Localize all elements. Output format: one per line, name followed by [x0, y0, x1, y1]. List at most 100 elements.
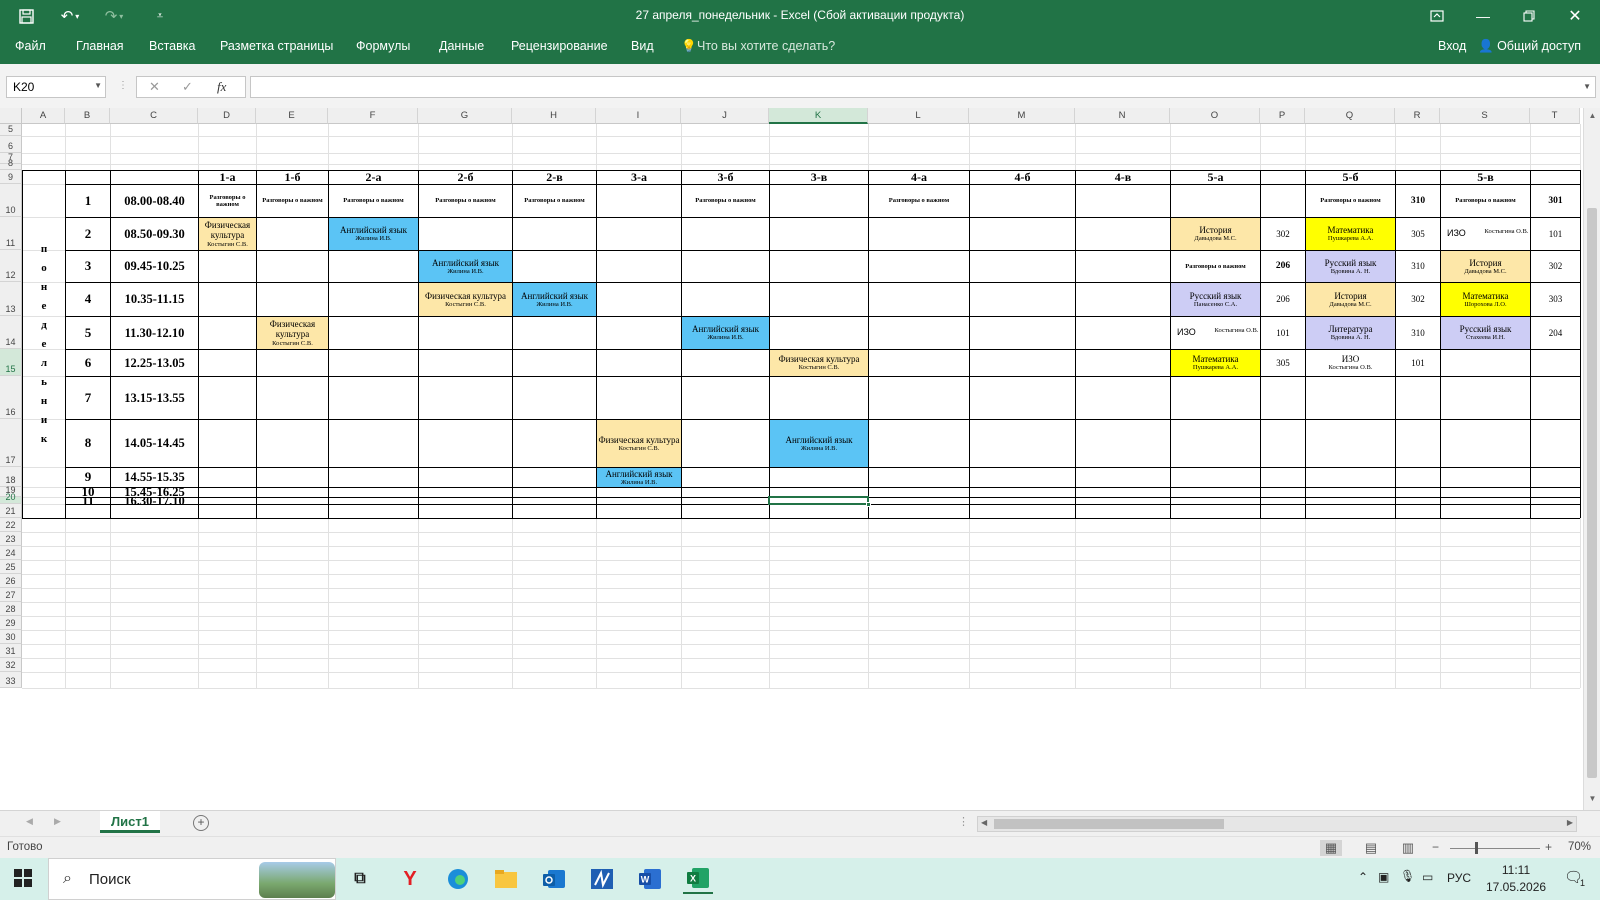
column-header[interactable]: G [418, 108, 512, 124]
expand-formula-bar-icon[interactable]: ▼ [1583, 82, 1591, 91]
row-header[interactable]: 31 [0, 644, 22, 658]
row-header[interactable]: 12 [0, 250, 22, 282]
yandex-browser-icon[interactable]: Y [395, 864, 425, 894]
lesson-cell[interactable]: Математика Пушкарева А.А. [1306, 218, 1395, 250]
column-header[interactable]: T [1530, 108, 1580, 124]
razg-cell[interactable]: Разговоры о важном [1171, 251, 1260, 282]
sign-in-link[interactable]: Вход [1438, 39, 1466, 53]
lesson-cell[interactable]: Английский язык Жилина И.В. [513, 283, 596, 316]
row-header[interactable]: 27 [0, 588, 22, 602]
tab-review[interactable]: Рецензирование [511, 39, 608, 53]
row-header[interactable]: 25 [0, 560, 22, 574]
tab-data[interactable]: Данные [439, 39, 484, 53]
lesson-number-cell[interactable]: 6 [66, 350, 110, 376]
tab-insert[interactable]: Вставка [149, 39, 195, 53]
row-header[interactable]: 5 [0, 124, 22, 136]
razg-cell[interactable]: Разговоры о важном [869, 185, 969, 217]
class-header[interactable]: 3-в [770, 171, 868, 184]
row-header[interactable]: 20 [0, 492, 22, 504]
save-icon[interactable] [12, 4, 40, 28]
column-header[interactable]: A [22, 108, 65, 124]
class-header[interactable]: 5-б [1306, 171, 1395, 184]
class-header[interactable]: 4-б [970, 171, 1075, 184]
class-header[interactable]: 2-в [513, 171, 596, 184]
scroll-right-icon[interactable]: ▶ [1567, 818, 1573, 827]
horizontal-scroll-thumb[interactable] [994, 819, 1224, 829]
lesson-cell[interactable]: ИЗО Костыгина О.В. [1441, 218, 1530, 250]
lesson-number-cell[interactable]: 10 [66, 488, 110, 497]
room-cell[interactable]: 305 [1396, 218, 1440, 250]
close-icon[interactable]: ✕ [1552, 0, 1598, 32]
room-cell[interactable]: 310 [1396, 185, 1440, 217]
next-sheet-icon[interactable]: ▶ [54, 816, 61, 827]
tab-page-layout[interactable]: Разметка страницы [220, 39, 333, 53]
room-cell[interactable]: 310 [1396, 317, 1440, 349]
windows-start-icon[interactable] [14, 869, 32, 887]
room-cell[interactable]: 302 [1531, 251, 1580, 282]
row-header[interactable]: 9 [0, 170, 22, 184]
lesson-cell[interactable]: История Давыдова М.С. [1441, 251, 1530, 282]
zoom-level[interactable]: 70% [1568, 841, 1591, 853]
tab-splitter-icon[interactable]: ⋮ [958, 815, 969, 828]
lesson-cell[interactable]: Математика Пушкарева А.А. [1171, 350, 1260, 376]
row-header[interactable]: 21 [0, 504, 22, 518]
room-cell[interactable]: 310 [1396, 251, 1440, 282]
spreadsheet-grid[interactable]: ABCDEFGHIJKLMNOPQRST56789101112131415161… [0, 108, 1600, 810]
lesson-cell[interactable]: История Давыдова М.С. [1171, 218, 1260, 250]
lesson-cell[interactable]: Физическая культура Костыгин С.В. [199, 218, 256, 250]
lesson-number-cell[interactable]: 3 [66, 251, 110, 282]
vertical-scrollbar[interactable]: ▲ ▼ [1583, 108, 1600, 810]
lesson-time-cell[interactable]: 12.25-13.05 [111, 350, 198, 376]
word-icon[interactable]: W [635, 864, 665, 894]
razg-cell[interactable]: Разговоры о важном [419, 185, 512, 217]
row-header[interactable]: 17 [0, 419, 22, 467]
razg-cell[interactable]: Разговоры о важном [682, 185, 769, 217]
column-header[interactable]: C [110, 108, 198, 124]
redo-icon[interactable]: ↷ ▾ [100, 4, 128, 28]
column-header[interactable]: F [328, 108, 418, 124]
share-button[interactable]: 👤 Общий доступ [1478, 39, 1581, 54]
row-header[interactable]: 15 [0, 349, 22, 376]
row-header[interactable]: 24 [0, 546, 22, 560]
row-header[interactable]: 16 [0, 376, 22, 419]
lesson-time-cell[interactable]: 10.35-11.15 [111, 283, 198, 316]
app-icon[interactable] [587, 864, 617, 894]
lesson-number-cell[interactable]: 7 [66, 377, 110, 419]
row-header[interactable]: 14 [0, 316, 22, 349]
page-break-view-icon[interactable]: ▥ [1397, 840, 1419, 856]
cancel-icon[interactable]: ✕ [149, 79, 160, 95]
lesson-time-cell[interactable]: 13.15-13.55 [111, 377, 198, 419]
file-explorer-icon[interactable] [491, 864, 521, 894]
row-header[interactable]: 28 [0, 602, 22, 616]
razg-cell[interactable]: Разговоры о важном [257, 185, 328, 217]
tab-view[interactable]: Вид [631, 39, 654, 53]
splitter-icon[interactable]: ⋮ [118, 80, 128, 91]
enter-icon[interactable]: ✓ [182, 79, 193, 95]
razg-cell[interactable]: Разговоры о важном [513, 185, 596, 217]
scroll-up-icon[interactable]: ▲ [1584, 111, 1600, 120]
lesson-number-cell[interactable]: 4 [66, 283, 110, 316]
lesson-cell[interactable]: ИЗО Костыгина О.В. [1306, 350, 1395, 376]
lesson-time-cell[interactable]: 14.05-14.45 [111, 420, 198, 467]
lesson-cell[interactable]: Русский язык Панасенко С.А. [1171, 283, 1260, 316]
lesson-cell[interactable]: Литература Вдовина А. Н. [1306, 317, 1395, 349]
lesson-cell[interactable]: Русский язык Стахеева И.Н. [1441, 317, 1530, 349]
row-header[interactable]: 30 [0, 630, 22, 644]
row-header[interactable]: 23 [0, 532, 22, 546]
fill-handle[interactable] [866, 502, 871, 507]
select-all-corner[interactable] [0, 108, 22, 124]
room-cell[interactable]: 204 [1531, 317, 1580, 349]
column-header[interactable]: N [1075, 108, 1170, 124]
lesson-time-cell[interactable]: 14.55-15.35 [111, 468, 198, 487]
row-header[interactable]: 11 [0, 217, 22, 250]
room-cell[interactable]: 206 [1261, 283, 1305, 316]
taskbar-search[interactable]: ⌕ Поиск [48, 858, 336, 900]
horizontal-scrollbar[interactable]: ◀ ▶ [977, 816, 1577, 832]
zoom-out-icon[interactable]: − [1432, 840, 1439, 854]
restore-icon[interactable] [1506, 0, 1552, 32]
lesson-cell[interactable]: Физическая культура Костыгин С.В. [257, 317, 328, 349]
lesson-cell[interactable]: Физическая культура Костыгин С.В. [770, 350, 868, 376]
row-header[interactable]: 13 [0, 282, 22, 316]
lesson-cell[interactable]: Английский язык Жилина И.В. [419, 251, 512, 282]
minimize-icon[interactable]: — [1460, 0, 1506, 32]
